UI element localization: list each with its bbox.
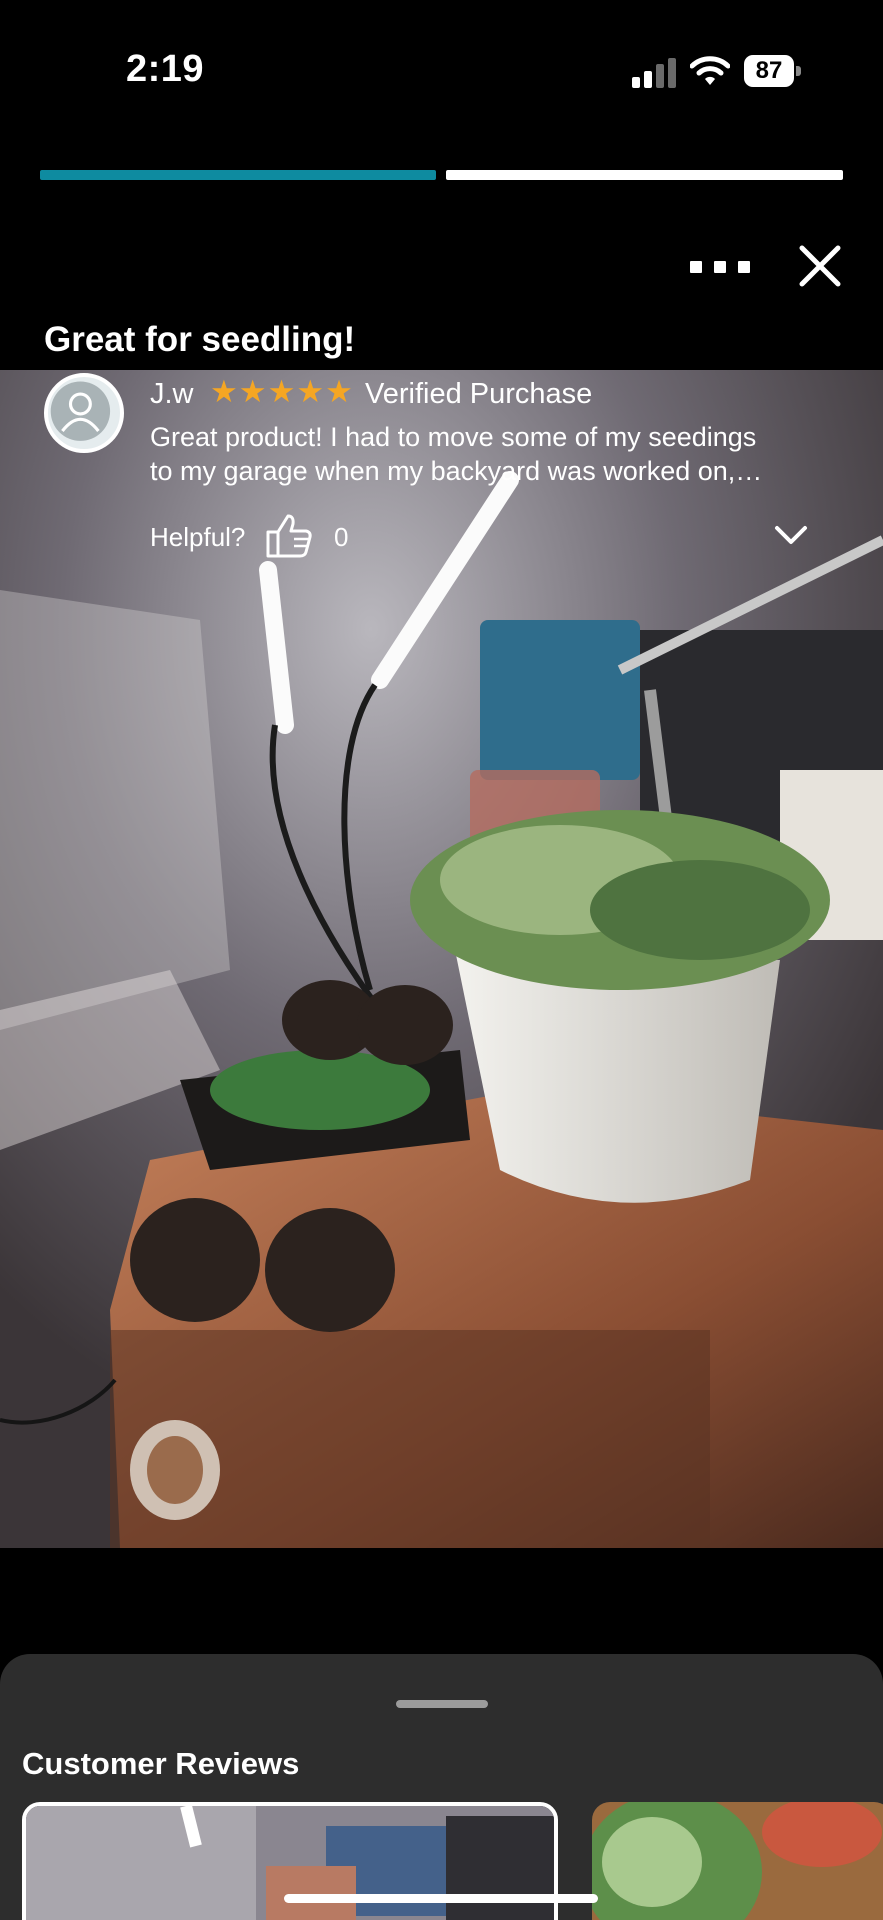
chevron-down-icon[interactable] <box>774 524 808 546</box>
battery-level: 87 <box>744 55 794 87</box>
story-progress-segment-active <box>40 170 436 180</box>
review-thumbnail-image <box>592 1802 883 1920</box>
user-avatar-icon <box>50 381 111 441</box>
battery-icon: 87 <box>744 55 802 87</box>
review-title: Great for seedling! <box>44 320 356 359</box>
close-icon[interactable] <box>796 242 844 290</box>
customer-reviews-title: Customer Reviews <box>22 1746 300 1781</box>
sheet-drag-handle[interactable] <box>396 1700 488 1708</box>
thumbs-up-icon[interactable] <box>264 510 314 560</box>
wifi-icon <box>690 56 730 85</box>
status-time: 2:19 <box>126 48 205 90</box>
rating-stars-icon: ★★★★★ <box>210 374 354 409</box>
review-text[interactable]: Great product! I had to move some of my … <box>150 420 830 488</box>
story-progress-segment <box>446 170 843 180</box>
helpful-label: Helpful? <box>150 522 246 552</box>
helpful-count: 0 <box>334 522 349 552</box>
home-indicator[interactable] <box>284 1894 598 1903</box>
customer-reviews-sheet: Customer Reviews <box>0 1654 883 1920</box>
verified-purchase-label: Verified Purchase <box>365 378 593 410</box>
cellular-signal-icon <box>632 58 676 88</box>
review-text-line: to my garage when my backyard was worked… <box>150 456 763 486</box>
status-bar: 2:19 87 <box>0 0 883 140</box>
review-thumbnail[interactable] <box>592 1802 883 1920</box>
more-options-icon[interactable] <box>690 250 750 284</box>
reviewer-name: J.w <box>150 378 194 410</box>
avatar <box>44 373 124 453</box>
review-text-line: Great product! I had to move some of my … <box>150 422 757 452</box>
review-card: J.w ★★★★★ Verified Purchase Great produc… <box>0 370 883 560</box>
